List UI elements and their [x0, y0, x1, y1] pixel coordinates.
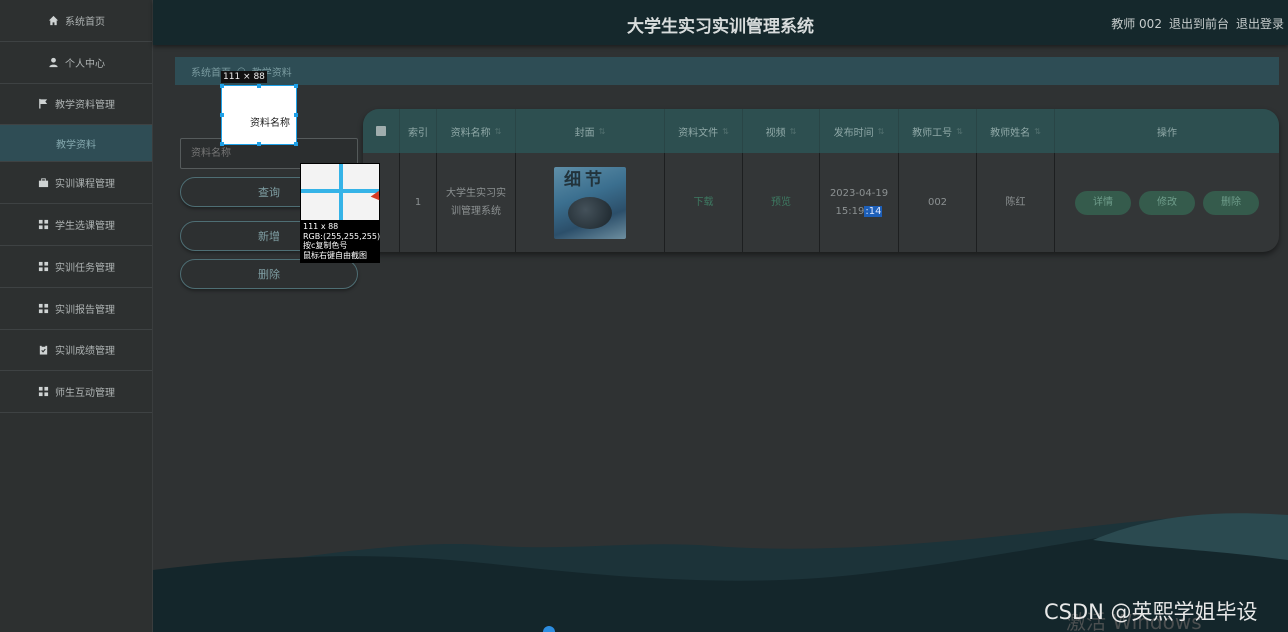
cell-index: 1: [400, 153, 437, 252]
magnifier-panel: 111 x 88 RGB:(255,255,255) 按c复制色号 鼠标右键自由…: [300, 163, 384, 263]
preview-link[interactable]: 预览: [771, 194, 791, 212]
delete-button[interactable]: 删除: [180, 259, 358, 289]
sidebar-item-reports[interactable]: 实训报告管理: [0, 288, 152, 330]
col-teacher-id[interactable]: 教师工号 ⇅: [899, 109, 977, 153]
sidebar-item-label: 实训报告管理: [55, 304, 115, 316]
sort-icon[interactable]: ⇅: [495, 127, 502, 136]
sidebar-item-label: 个人中心: [65, 58, 105, 70]
sidebar-item-label: 师生互动管理: [55, 388, 115, 400]
grid-icon: [37, 260, 49, 272]
flag-icon: [37, 98, 49, 110]
sidebar-item-label: 系统首页: [65, 16, 105, 28]
selection-size-tag: 111 × 88: [221, 71, 267, 83]
edit-button[interactable]: 修改: [1139, 190, 1195, 215]
cell-date: 2023-04-19 15:19:14: [820, 153, 899, 252]
col-cover[interactable]: 封面 ⇅: [516, 109, 665, 153]
user-links: 教师 002 退出到前台 退出登录: [1111, 15, 1284, 32]
mag-size: 111 x 88: [303, 222, 339, 231]
table-row: 1 大学生实习实 训管理系统 细节 下载 预览 2023-04-19 15:19…: [363, 153, 1279, 252]
front-link[interactable]: 退出到前台: [1169, 15, 1229, 32]
sidebar-item-label: 实训成绩管理: [55, 346, 115, 358]
table-header: 索引 资料名称 ⇅ 封面 ⇅ 资料文件 ⇅ 视频 ⇅ 发布时间 ⇅ 教师工号 ⇅ 教师姓名 ⇅…: [363, 109, 1279, 153]
logout-link[interactable]: 退出登录: [1236, 15, 1284, 32]
csdn-watermark: CSDN @英熙学姐毕设: [1044, 600, 1258, 624]
grid-icon: [37, 219, 49, 231]
sidebar-item-materials-mgmt[interactable]: 教学资料管理: [0, 84, 152, 126]
detail-button[interactable]: 详情: [1075, 190, 1131, 215]
sidebar-item-label: 实训任务管理: [55, 262, 115, 274]
cell-teacher-name: 陈红: [977, 153, 1055, 252]
col-name[interactable]: 资料名称 ⇅: [437, 109, 516, 153]
sort-icon[interactable]: ⇅: [790, 127, 797, 136]
sidebar-item-label: 学生选课管理: [55, 221, 115, 233]
sort-icon[interactable]: ⇅: [599, 127, 606, 136]
cell-video: 预览: [743, 153, 820, 252]
col-actions: 操作: [1157, 127, 1177, 139]
scroll-indicator-icon: [543, 626, 555, 632]
sidebar-item-profile[interactable]: 个人中心: [0, 42, 152, 84]
screenshot-selection[interactable]: 资料名称: [220, 84, 298, 146]
mag-hint-free: 鼠标右键自由截图: [303, 250, 367, 260]
selection-label: 资料名称: [250, 118, 290, 129]
sort-icon[interactable]: ⇅: [878, 127, 885, 136]
sidebar-item-label: 实训课程管理: [55, 179, 115, 191]
sidebar-item-grades[interactable]: 实训成绩管理: [0, 330, 152, 372]
col-index: 索引: [400, 109, 437, 153]
clipboard-icon: [37, 344, 49, 356]
cell-cover: 细节: [516, 153, 665, 252]
cell-name: 大学生实习实 训管理系统: [437, 153, 516, 252]
col-file[interactable]: 资料文件 ⇅: [665, 109, 743, 153]
grid-icon: [37, 386, 49, 398]
row-delete-button[interactable]: 删除: [1203, 190, 1259, 215]
mag-hint-copy: 按c复制色号: [303, 241, 348, 251]
sidebar: 系统首页 个人中心 教学资料管理 教学资料 实训课程管理 学生选课管理 实训任务…: [0, 0, 153, 632]
breadcrumb: 系统首页 ○ 教学资料: [175, 57, 1279, 85]
top-header: 大学生实习实训管理系统 教师 002 退出到前台 退出登录: [153, 0, 1288, 45]
sidebar-item-selection[interactable]: 学生选课管理: [0, 204, 152, 246]
sidebar-item-materials[interactable]: 教学资料: [0, 125, 152, 163]
user-name: 教师 002: [1111, 17, 1162, 31]
grid-icon: [37, 302, 49, 314]
select-all-checkbox[interactable]: [363, 109, 400, 153]
cell-actions: 详情 修改 删除: [1055, 153, 1279, 252]
col-date[interactable]: 发布时间 ⇅: [820, 109, 899, 153]
sidebar-item-label: 教学资料: [56, 139, 96, 151]
col-teacher-name[interactable]: 教师姓名 ⇅: [977, 109, 1055, 153]
sidebar-item-courses[interactable]: 实训课程管理: [0, 162, 152, 205]
home-icon: [47, 14, 59, 26]
data-table: 索引 资料名称 ⇅ 封面 ⇅ 资料文件 ⇅ 视频 ⇅ 发布时间 ⇅ 教师工号 ⇅ 教师姓名 ⇅…: [363, 109, 1279, 252]
cover-image[interactable]: 细节: [554, 166, 626, 239]
briefcase-icon: [37, 177, 49, 189]
mag-rgb: RGB:(255,255,255): [303, 231, 381, 241]
sidebar-item-interaction[interactable]: 师生互动管理: [0, 371, 152, 414]
download-link[interactable]: 下载: [694, 194, 714, 212]
sidebar-item-label: 教学资料管理: [55, 100, 115, 112]
cell-file: 下载: [665, 153, 743, 252]
sidebar-item-tasks[interactable]: 实训任务管理: [0, 246, 152, 288]
col-video[interactable]: 视频 ⇅: [743, 109, 820, 153]
sidebar-item-home[interactable]: 系统首页: [0, 0, 152, 42]
person-icon: [47, 56, 59, 68]
sort-icon[interactable]: ⇅: [1034, 127, 1041, 136]
cell-teacher-id: 002: [899, 153, 977, 252]
sort-icon[interactable]: ⇅: [956, 127, 963, 136]
sort-icon[interactable]: ⇅: [722, 127, 729, 136]
